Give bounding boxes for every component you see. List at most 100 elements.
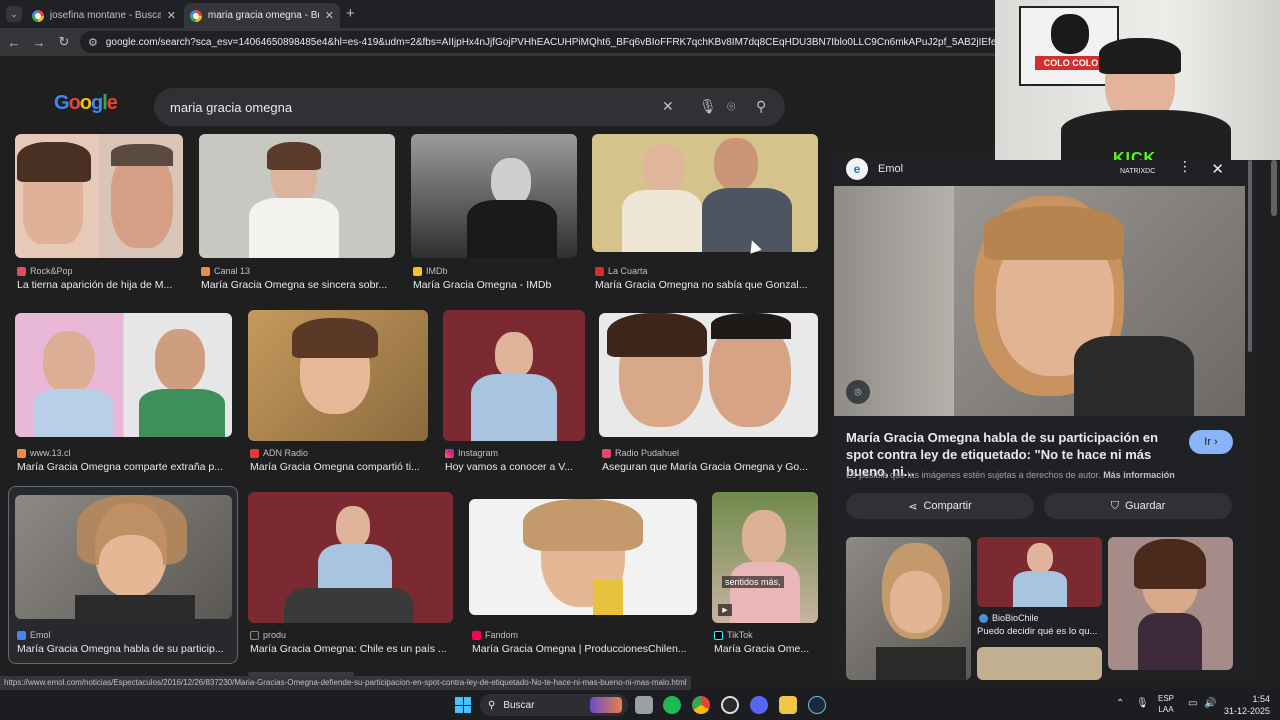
link-status-bar: https://www.emol.com/noticias/Espectacul…	[0, 676, 691, 690]
google-doodle-logo[interactable]: Google	[54, 92, 118, 115]
url-text: google.com/search?sca_esv=14064650898485…	[105, 36, 1080, 48]
page-scrollbar[interactable]	[1271, 160, 1277, 216]
result-caption[interactable]: La tierna aparición de hija de M...	[17, 279, 183, 291]
colocolo-banner: COLO COLO	[1035, 56, 1107, 70]
kick-logo: KICK	[1113, 150, 1157, 160]
copyright-notice: Es posible que las imágenes estén sujeta…	[846, 470, 1175, 480]
result-image[interactable]: sentidos más, ▶	[712, 492, 818, 623]
result-caption[interactable]: María Gracia Omegna - IMDb	[413, 279, 577, 291]
result-image[interactable]	[443, 310, 585, 441]
result-caption[interactable]: María Gracia Omegna: Chile es un país ..…	[250, 643, 450, 655]
obs-icon[interactable]	[721, 696, 739, 714]
result-image[interactable]	[592, 134, 818, 252]
tab-search-button[interactable]: ⌄	[6, 6, 22, 22]
result-caption[interactable]: María Gracia Omegna habla de su particip…	[17, 643, 230, 655]
result-image[interactable]	[15, 313, 232, 437]
chevron-up-icon[interactable]: ⌃	[1116, 698, 1124, 709]
reload-icon[interactable]: ↻	[53, 31, 75, 53]
related-image[interactable]	[1108, 537, 1233, 670]
result-source: ADN Radio	[250, 448, 308, 458]
discord-icon[interactable]	[750, 696, 768, 714]
result-image[interactable]	[248, 492, 453, 623]
lens-icon[interactable]: ⌾	[727, 98, 735, 115]
steam-icon[interactable]	[808, 696, 826, 714]
result-source: IMDb	[413, 266, 448, 276]
result-caption[interactable]: María Gracia Omegna se sincera sobr...	[201, 279, 395, 291]
microphone-icon[interactable]: 🎙	[699, 98, 717, 115]
result-source: TikTok	[714, 630, 753, 640]
related-image[interactable]	[977, 647, 1102, 680]
emol-favicon-icon	[17, 630, 26, 640]
chrome-icon[interactable]	[692, 696, 710, 714]
file-explorer-icon[interactable]	[779, 696, 797, 714]
tab-josefina[interactable]: josefina montane - Buscar con G ✕	[26, 3, 182, 28]
search-box[interactable]: maria gracia omegna ✕ 🎙 ⌾ ⚲	[154, 88, 785, 126]
more-options-icon[interactable]: ⋮	[1178, 158, 1192, 175]
search-input[interactable]: maria gracia omegna	[170, 100, 292, 115]
clear-icon[interactable]: ✕	[662, 98, 674, 115]
tab-maria[interactable]: maria gracia omegna - Buscar c ✕	[184, 3, 340, 28]
visit-button[interactable]: Ir ›	[1189, 430, 1233, 454]
lacuarta-favicon-icon	[595, 266, 604, 276]
result-caption[interactable]: Hoy vamos a conocer a V...	[445, 461, 585, 473]
close-icon[interactable]: ✕	[1211, 160, 1224, 178]
bookmark-icon: ⛉	[1110, 499, 1119, 512]
related-source: BioBioChile	[979, 613, 1039, 623]
tab-label: josefina montane - Buscar con G	[49, 10, 161, 21]
result-image[interactable]	[469, 499, 697, 615]
more-info-link[interactable]: Más información	[1103, 470, 1175, 480]
result-image[interactable]	[599, 313, 818, 437]
new-tab-button[interactable]: +	[346, 5, 355, 22]
panel-scrollbar[interactable]	[1248, 160, 1252, 352]
result-image[interactable]	[248, 310, 428, 441]
result-image[interactable]	[199, 134, 395, 258]
task-view-icon[interactable]	[635, 696, 653, 714]
system-clock[interactable]: 1:54 31-12-2025	[1224, 693, 1270, 717]
panel-source-label: Emol	[878, 163, 904, 175]
panel-main-image[interactable]: ⌾	[834, 186, 1245, 416]
biobio-favicon-icon	[979, 613, 988, 623]
address-bar[interactable]: ⚙ google.com/search?sca_esv=140646508984…	[80, 31, 1080, 53]
back-icon[interactable]: ←	[3, 31, 25, 53]
search-icon: ⚲	[488, 699, 496, 711]
close-icon[interactable]: ✕	[167, 9, 176, 22]
result-caption[interactable]: María Gracia Omegna compartió ti...	[250, 461, 426, 473]
search-highlight-icon	[590, 697, 622, 713]
taskbar-search[interactable]: ⚲ Buscar	[480, 694, 628, 716]
result-caption[interactable]: María Gracia Omegna no sabía que Gonzal.…	[595, 279, 817, 291]
spotify-icon[interactable]	[663, 696, 681, 714]
result-source: Radio Pudahuel	[602, 448, 679, 458]
result-caption[interactable]: Aseguran que María Gracia Omegna y Go...	[602, 461, 816, 473]
related-image[interactable]	[846, 537, 971, 680]
result-source: produ	[250, 630, 286, 640]
language-indicator[interactable]: ESP LAA	[1158, 693, 1174, 715]
share-button[interactable]: ⋖ Compartir	[846, 493, 1034, 519]
site-info-icon[interactable]: ⚙	[88, 36, 98, 49]
13cl-favicon-icon	[17, 448, 26, 458]
save-button[interactable]: ⛉ Guardar	[1044, 493, 1232, 519]
result-image[interactable]	[411, 134, 577, 258]
result-source: La Cuarta	[595, 266, 648, 276]
result-source: Rock&Pop	[17, 266, 73, 276]
related-image[interactable]	[977, 537, 1102, 607]
result-image[interactable]	[15, 495, 232, 619]
search-icon[interactable]: ⚲	[756, 98, 766, 115]
microphone-icon[interactable]: 🎙	[1136, 698, 1149, 709]
play-icon: ▶	[718, 604, 732, 616]
result-image[interactable]	[15, 134, 183, 258]
network-icon[interactable]: ▭	[1188, 698, 1197, 709]
close-icon[interactable]: ✕	[325, 9, 334, 22]
result-source: Instagram	[445, 448, 498, 458]
instagram-favicon-icon	[445, 448, 454, 458]
volume-icon[interactable]: 🔊	[1204, 698, 1216, 709]
lens-search-icon[interactable]: ⌾	[846, 380, 870, 404]
windows-start-icon[interactable]	[455, 697, 471, 713]
result-source: www.13.cl	[17, 448, 71, 458]
panel-source[interactable]: e Emol	[846, 158, 903, 180]
forward-icon[interactable]: →	[28, 31, 50, 53]
result-caption[interactable]: María Gracia Omegna comparte extraña p..…	[17, 461, 230, 473]
canal13-favicon-icon	[201, 266, 210, 276]
result-caption[interactable]: María Gracia Ome...	[714, 643, 818, 655]
result-caption[interactable]: María Gracia Omegna | ProduccionesChilen…	[472, 643, 697, 655]
related-caption[interactable]: Puedo decidir qué es lo qu...	[977, 626, 1102, 637]
